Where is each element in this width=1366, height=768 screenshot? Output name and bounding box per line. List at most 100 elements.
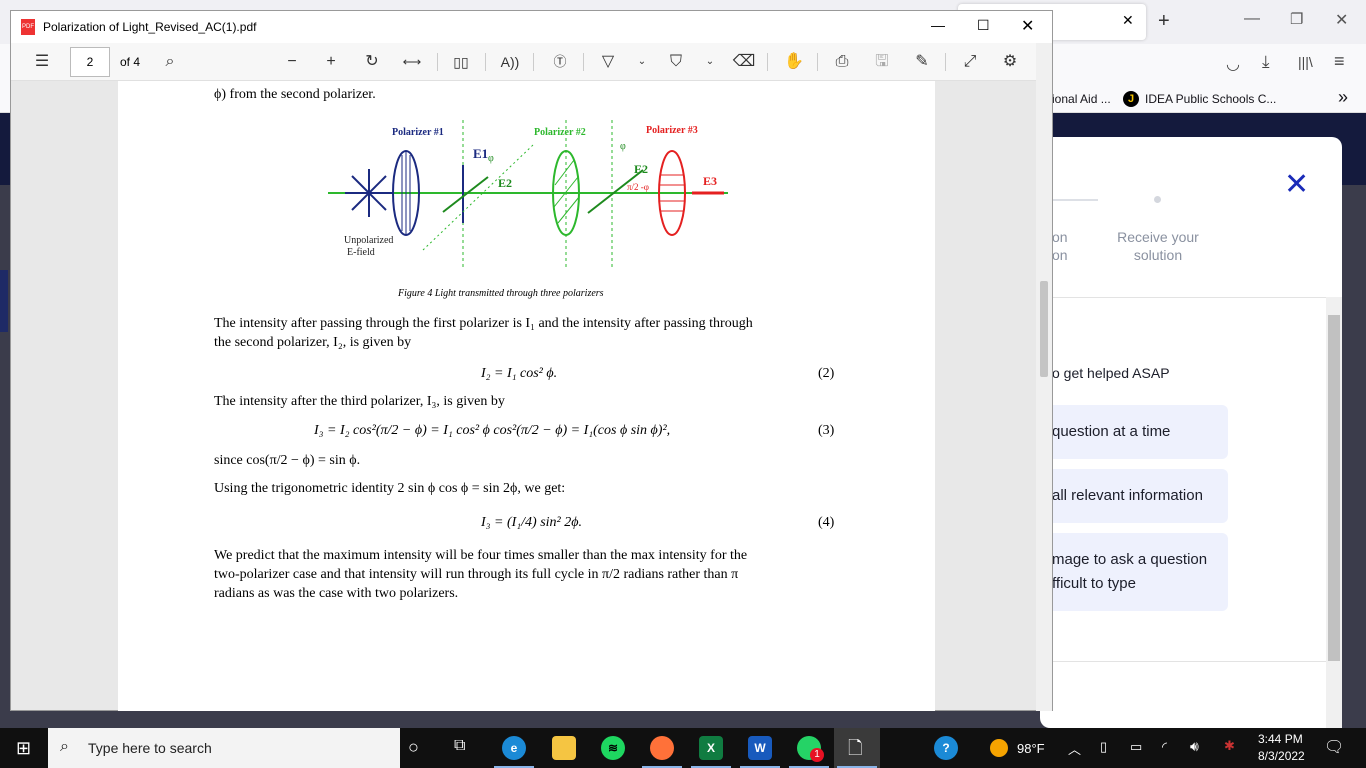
firefox-icon[interactable] <box>650 736 674 760</box>
minimize-icon[interactable]: — <box>931 17 945 33</box>
equation-3: I₃ = I₂ cos²(π/2 − ϕ) = I₁ cos² ϕ cos²(π… <box>314 423 671 438</box>
save-as-icon[interactable]: ✎ <box>909 49 935 75</box>
spotify-icon[interactable]: ≋ <box>601 736 625 760</box>
settings-gear-icon[interactable]: ⚙ <box>997 49 1023 75</box>
print-icon[interactable]: ⎙ <box>829 49 855 75</box>
window-title: Polarization of Light_Revised_AC(1).pdf <box>43 20 257 34</box>
library-icon[interactable]: |||\ <box>1298 54 1313 70</box>
edge-icon[interactable]: e <box>502 736 526 760</box>
unpolarized-arrows <box>345 169 393 217</box>
zoom-out-icon[interactable]: − <box>279 49 305 75</box>
wifi-icon[interactable]: ◜ <box>1162 739 1167 755</box>
notification-badge: 1 <box>810 748 824 762</box>
text-line: The intensity after passing through the … <box>214 316 753 331</box>
search-icon: ⌕ <box>60 738 69 755</box>
chevron-down-icon[interactable]: ⌄ <box>629 49 655 75</box>
cortana-icon[interactable]: ○ <box>408 737 419 758</box>
word-icon[interactable]: W <box>748 736 772 760</box>
download-icon[interactable]: ⤓ <box>1262 52 1270 72</box>
tip-heading: o get helped ASAP <box>1052 365 1170 381</box>
zoom-in-icon[interactable]: + <box>318 49 344 75</box>
file-explorer-icon[interactable] <box>552 736 576 760</box>
text-line: since cos(π/2 − ϕ) = sin ϕ. <box>214 453 361 468</box>
pdf-toolbar: ☰ 2 of 4 ⌕ − + ↻ ⟷ ▯▯ A)) Ⓣ ▽ ⌄ ⛉ ⌄ ⌫ ✋ … <box>11 43 1052 81</box>
figure-caption: Figure 4 Light transmitted through three… <box>398 288 604 299</box>
clock-date[interactable]: 8/3/2022 <box>1258 749 1305 763</box>
save-icon[interactable]: 🖫 <box>869 49 895 75</box>
equation-2: I₂ = I₁ cos² ϕ. <box>481 366 558 381</box>
page-count: of 4 <box>120 55 141 69</box>
close-modal-icon[interactable]: ✕ <box>1284 167 1309 202</box>
meet-now-icon[interactable]: ▯ <box>1100 739 1107 755</box>
pdf-scrollbar[interactable] <box>1036 43 1052 711</box>
weather-temp[interactable]: 98°F <box>1017 741 1045 756</box>
bookmark-item[interactable]: ional Aid ... <box>1052 92 1111 106</box>
idea-logo-icon: J <box>1123 91 1139 107</box>
tray-app-icon[interactable]: ✱ <box>1224 738 1235 754</box>
divider <box>1040 661 1326 662</box>
document-icon: 🗋 <box>848 738 863 758</box>
weather-icon[interactable] <box>990 739 1008 757</box>
draw-icon[interactable]: ▽ <box>595 49 621 75</box>
clock-time[interactable]: 3:44 PM <box>1258 732 1303 746</box>
search-box[interactable]: ⌕ Type here to search <box>48 728 400 768</box>
divider <box>1040 297 1326 298</box>
menu-icon[interactable]: ≡ <box>1334 51 1345 72</box>
chevron-down-icon[interactable]: ⌄ <box>697 49 723 75</box>
close-window-icon[interactable]: ✕ <box>1335 10 1348 30</box>
windows-start-icon[interactable]: ⊞ <box>16 738 31 759</box>
page-view-icon[interactable]: ▯▯ <box>448 49 474 75</box>
notifications-icon[interactable]: 🗨︎ <box>1324 737 1344 757</box>
taskbar: ⊞ ⌕ Type here to search ○ ⧉ e ≋ X W 1 🗋 … <box>0 728 1366 768</box>
minimize-icon[interactable]: — <box>1244 10 1260 28</box>
rotate-icon[interactable]: ↻ <box>359 49 385 75</box>
fit-width-icon[interactable]: ⟷ <box>399 49 425 75</box>
label-phi: φ <box>488 153 494 164</box>
label-e3: E3 <box>703 174 717 188</box>
label-e2: E2 <box>634 162 648 176</box>
close-tab-icon[interactable]: ✕ <box>1122 12 1134 29</box>
bookmark-item[interactable]: IDEA Public Schools C... <box>1145 92 1276 106</box>
chevron-up-icon[interactable]: ︿ <box>1068 739 1081 758</box>
restore-icon[interactable]: ❐ <box>1290 10 1303 28</box>
pocket-icon[interactable]: ◡ <box>1226 54 1240 74</box>
search-icon[interactable]: ⌕ <box>157 49 183 75</box>
equation-number: (3) <box>818 423 835 438</box>
tip-card: all relevant information <box>1040 469 1228 523</box>
text-line: two-polarizer case and that intensity wi… <box>214 567 739 582</box>
scroll-thumb[interactable] <box>1328 315 1340 661</box>
bookmarks-overflow-button[interactable]: » <box>1338 87 1348 108</box>
maximize-icon[interactable]: ☐ <box>977 17 990 34</box>
touch-write-icon[interactable]: ✋ <box>781 49 807 75</box>
eraser-icon[interactable]: ⌫ <box>731 49 757 75</box>
fullscreen-icon[interactable]: ⤢ <box>957 49 983 75</box>
equation-number: (2) <box>818 366 835 381</box>
close-icon[interactable]: ✕ <box>1021 16 1034 36</box>
step-label: on on <box>1052 229 1068 263</box>
page-number-input[interactable]: 2 <box>70 47 110 77</box>
highlight-icon[interactable]: ⛉ <box>663 49 689 75</box>
excel-icon[interactable]: X <box>699 736 723 760</box>
label-polarizer-1: Polarizer #1 <box>392 127 444 138</box>
table-of-contents-icon[interactable]: ☰ <box>29 49 55 75</box>
title-bar: PDF Polarization of Light_Revised_AC(1).… <box>11 11 1052 43</box>
text-line: radians as was the case with two polariz… <box>214 586 459 601</box>
modal-scrollbar[interactable] <box>1326 297 1342 728</box>
help-icon[interactable]: ? <box>934 736 958 760</box>
progress-dot <box>1154 196 1161 203</box>
pdf-app-taskbar-button[interactable]: 🗋 <box>834 728 880 768</box>
label-phi: φ <box>620 141 626 152</box>
polarizer-figure: Polarizer #1 Polarizer #2 Polarizer #3 U… <box>328 120 728 270</box>
label-e2: E2 <box>498 176 512 190</box>
read-aloud-icon[interactable]: A)) <box>497 49 523 75</box>
scroll-thumb[interactable] <box>1040 281 1048 377</box>
text-box-icon[interactable]: Ⓣ <box>547 49 573 75</box>
label-unpolarized: Unpolarized <box>344 235 393 246</box>
site-sidebar-accent <box>0 270 8 332</box>
new-tab-button[interactable]: + <box>1158 10 1170 33</box>
volume-icon[interactable]: 🔊︎ <box>1190 738 1199 755</box>
task-view-icon[interactable]: ⧉ <box>454 737 465 755</box>
pdf-viewer-window: PDF Polarization of Light_Revised_AC(1).… <box>10 10 1053 711</box>
battery-icon[interactable]: ▭ <box>1130 739 1142 755</box>
label-e1: E1 <box>473 146 488 161</box>
